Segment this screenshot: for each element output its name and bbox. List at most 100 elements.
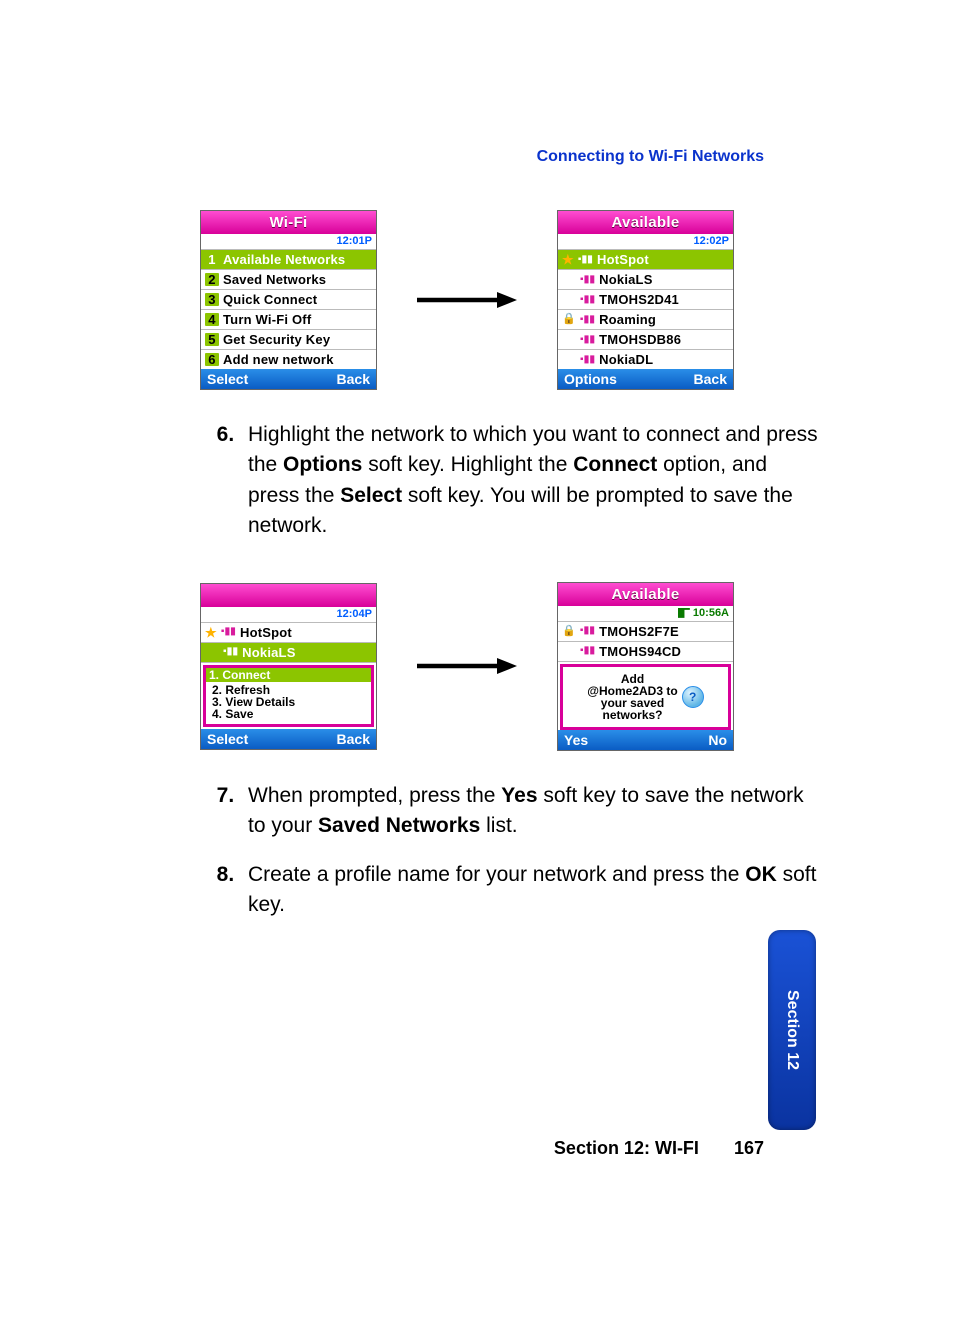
status-time: 12:01P <box>201 234 376 250</box>
network-label: HotSpot <box>597 253 649 266</box>
network-label: NokiaLS <box>599 273 652 286</box>
text: soft key. Highlight the <box>362 453 573 476</box>
softkey-right[interactable]: No <box>708 733 727 747</box>
network-label: NokiaLS <box>242 646 295 659</box>
network-item[interactable]: ▪▮▮ TMOHSDB86 <box>558 330 733 350</box>
screen-title <box>201 584 376 607</box>
signal-icon: ▪▮▮ <box>580 275 595 285</box>
bold: Select <box>340 484 402 507</box>
option-item[interactable]: 4. Save <box>212 708 365 720</box>
confirm-body: 🔒 ▪▮▮ TMOHS2F7E ▪▮▮ TMOHS94CD Add @Home2AD3… <box>558 622 733 730</box>
footer-page-number: 167 <box>734 1138 764 1158</box>
screen-title: Available <box>558 211 733 234</box>
network-list: ★▪▮▮HotSpot ▪▮▮NokiaLS ▪▮▮TMOHS2D41 🔒▪▮▮… <box>558 250 733 369</box>
softkey-left[interactable]: Select <box>207 732 248 746</box>
screenshots-row-2: 12:04P ★▪▮▮HotSpot ▪▮▮NokiaLS 1. Connect… <box>200 582 824 751</box>
network-label: HotSpot <box>240 626 292 639</box>
network-item: ▪▮▮ NokiaLS <box>201 643 376 663</box>
favorite-icon: ★ <box>562 253 574 266</box>
confirm-dialog: Add @Home2AD3 to your saved networks? ? <box>560 664 731 730</box>
network-item: ▪▮▮ TMOHS94CD <box>558 642 733 662</box>
option-item[interactable]: 1. Connect <box>206 668 371 682</box>
softkey-right[interactable]: Back <box>694 372 727 386</box>
text: When prompted, press the <box>248 784 501 807</box>
item-number: 2 <box>205 273 219 286</box>
network-item[interactable]: ▪▮▮ NokiaDL <box>558 350 733 369</box>
footer-section: Section 12: WI-FI <box>554 1138 699 1158</box>
arrow-icon <box>417 656 517 676</box>
lock-icon: 🔒 <box>562 626 576 637</box>
network-label: TMOHS94CD <box>599 645 681 658</box>
network-item[interactable]: 🔒▪▮▮Roaming <box>558 310 733 330</box>
screen-title: Wi-Fi <box>201 211 376 234</box>
bold: Connect <box>573 453 657 476</box>
signal-icon: ▪▮▮ <box>221 627 236 637</box>
network-item[interactable]: ▪▮▮ NokiaLS <box>558 270 733 290</box>
softkeys: Select Back <box>201 369 376 389</box>
section-thumb-tab: Section 12 <box>768 930 816 1130</box>
signal-icon: ▪▮▮ <box>580 295 595 305</box>
network-label: TMOHSDB86 <box>599 333 681 346</box>
item-label: Get Security Key <box>223 333 330 346</box>
dialog-text: Add @Home2AD3 to your saved networks? <box>587 673 677 721</box>
screenshots-row-1: Wi-Fi 12:01P 1 Available Networks 2 Saved … <box>200 210 824 390</box>
softkey-left[interactable]: Options <box>564 372 617 386</box>
network-item[interactable]: ★▪▮▮HotSpot <box>558 250 733 270</box>
signal-icon: ▪▮▮ <box>580 335 595 345</box>
softkey-left[interactable]: Yes <box>564 733 588 747</box>
signal-icon: ▪▮▮ <box>580 355 595 365</box>
page-header: Connecting to Wi-Fi Networks <box>537 148 764 166</box>
item-number: 3 <box>205 293 219 306</box>
softkeys: Yes No <box>558 730 733 750</box>
softkey-right[interactable]: Back <box>337 372 370 386</box>
status-time: 12:02P <box>558 234 733 250</box>
status-time: 10:56A <box>558 606 733 622</box>
softkey-right[interactable]: Back <box>337 732 370 746</box>
favorite-icon: ★ <box>205 626 217 639</box>
item-label: Available Networks <box>223 253 345 266</box>
menu-item[interactable]: 5Get Security Key <box>201 330 376 350</box>
arrow-icon <box>417 290 517 310</box>
bold: Saved Networks <box>318 814 480 837</box>
phone-available: Available 12:02P ★▪▮▮HotSpot ▪▮▮NokiaLS … <box>557 210 734 390</box>
menu-item[interactable]: 4Turn Wi-Fi Off <box>201 310 376 330</box>
lock-icon: 🔒 <box>562 314 576 325</box>
options-popup: 1. Connect 2. Refresh 3. View Details 4.… <box>203 665 374 727</box>
network-label: NokiaDL <box>599 353 653 366</box>
menu-body: 1 Available Networks 2 Saved Networks 3 Qui… <box>201 250 376 369</box>
item-label: Saved Networks <box>223 273 326 286</box>
network-label: TMOHS2D41 <box>599 293 679 306</box>
item-number: 1 <box>205 253 219 266</box>
popup-body: ★▪▮▮HotSpot ▪▮▮NokiaLS 1. Connect 2. Ref… <box>201 623 376 727</box>
text: Create a profile name for your network a… <box>248 863 745 886</box>
screen-title: Available <box>558 583 733 606</box>
question-icon: ? <box>682 686 704 708</box>
network-label: Roaming <box>599 313 656 326</box>
network-item: ★ ▪▮▮ HotSpot <box>201 623 376 643</box>
softkey-left[interactable]: Select <box>207 372 248 386</box>
instruction-list: Highlight the network to which you want … <box>200 420 824 542</box>
menu-item[interactable]: 2 Saved Networks <box>201 270 376 290</box>
instruction-step-8: Create a profile name for your network a… <box>240 860 824 921</box>
instruction-step-7: When prompted, press the Yes soft key to… <box>240 781 824 842</box>
bold: Yes <box>501 784 537 807</box>
network-label: TMOHS2F7E <box>599 625 679 638</box>
softkeys: Options Back <box>558 369 733 389</box>
instruction-list: When prompted, press the Yes soft key to… <box>200 781 824 921</box>
option-item[interactable]: 2. Refresh <box>212 684 365 696</box>
time-text: 10:56A <box>693 607 729 619</box>
option-item[interactable]: 3. View Details <box>212 696 365 708</box>
network-item[interactable]: ▪▮▮ TMOHS2D41 <box>558 290 733 310</box>
message-icon <box>678 608 690 618</box>
signal-icon: ▪▮▮ <box>223 647 238 657</box>
item-number: 6 <box>205 353 219 366</box>
instruction-step-6: Highlight the network to which you want … <box>240 420 824 542</box>
phone-confirm: Available 10:56A 🔒 ▪▮▮ TMOHS2F7E ▪▮▮ TMOHS9… <box>557 582 734 751</box>
signal-icon: ▪▮▮ <box>580 646 595 656</box>
menu-item[interactable]: 1 Available Networks <box>201 250 376 270</box>
status-time: 12:04P <box>201 607 376 623</box>
phone-wifi-menu: Wi-Fi 12:01P 1 Available Networks 2 Saved … <box>200 210 377 390</box>
item-label: Quick Connect <box>223 293 317 306</box>
menu-item[interactable]: 6Add new network <box>201 350 376 369</box>
menu-item[interactable]: 3 Quick Connect <box>201 290 376 310</box>
